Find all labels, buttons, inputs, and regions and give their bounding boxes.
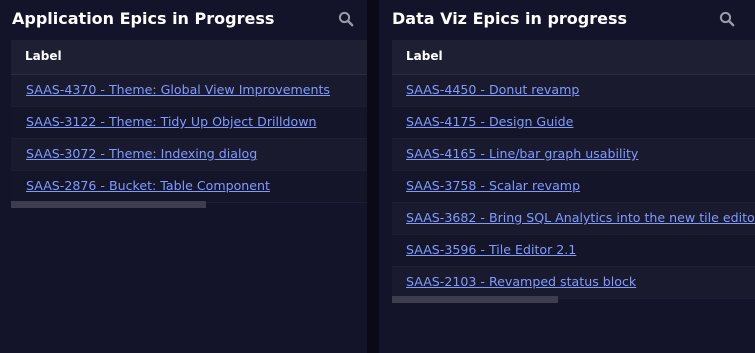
data-viz-epics-panel: Data Viz Epics in progress Label SAAS-44… — [379, 0, 755, 353]
epic-link[interactable]: SAAS-3758 - Scalar revamp — [406, 178, 580, 193]
table-row: SAAS-3596 - Tile Editor 2.1 — [392, 235, 755, 267]
epic-link[interactable]: SAAS-3596 - Tile Editor 2.1 — [406, 242, 576, 257]
epic-link[interactable]: SAAS-3122 - Theme: Tidy Up Object Drilld… — [26, 114, 316, 129]
epic-link[interactable]: SAAS-4450 - Donut revamp — [406, 82, 579, 97]
epic-link[interactable]: SAAS-4370 - Theme: Global View Improveme… — [26, 82, 330, 97]
epic-link[interactable]: SAAS-4165 - Line/bar graph usability — [406, 146, 638, 161]
panel-title: Application Epics in Progress — [12, 9, 275, 28]
table-row: SAAS-4450 - Donut revamp — [392, 75, 755, 107]
search-button[interactable] — [338, 11, 354, 27]
table-row: SAAS-2103 - Revamped status block — [392, 267, 755, 299]
table-header: Label — [11, 40, 367, 75]
epic-link[interactable]: SAAS-3682 - Bring SQL Analytics into the… — [406, 210, 755, 225]
epic-link[interactable]: SAAS-4175 - Design Guide — [406, 114, 573, 129]
epics-table: Label SAAS-4450 - Donut revamp SAAS-4175… — [392, 40, 755, 299]
panel-gutter — [367, 0, 379, 353]
epics-table: Label SAAS-4370 - Theme: Global View Imp… — [11, 40, 367, 203]
column-header-label[interactable]: Label — [406, 49, 443, 63]
epic-link[interactable]: SAAS-2103 - Revamped status block — [406, 274, 636, 289]
search-button[interactable] — [719, 11, 735, 27]
table-row: SAAS-4165 - Line/bar graph usability — [392, 139, 755, 171]
epic-link[interactable]: SAAS-3072 - Theme: Indexing dialog — [26, 146, 257, 161]
horizontal-scrollbar[interactable] — [11, 201, 206, 208]
table-row: SAAS-3122 - Theme: Tidy Up Object Drilld… — [11, 107, 367, 139]
application-epics-panel: Application Epics in Progress Label SAAS… — [0, 0, 367, 353]
epic-link[interactable]: SAAS-2876 - Bucket: Table Component — [26, 178, 270, 193]
search-icon — [719, 11, 735, 27]
column-header-label[interactable]: Label — [25, 49, 62, 63]
horizontal-scrollbar[interactable] — [392, 296, 558, 303]
table-row: SAAS-4370 - Theme: Global View Improveme… — [11, 75, 367, 107]
table-row: SAAS-4175 - Design Guide — [392, 107, 755, 139]
table-row: SAAS-3758 - Scalar revamp — [392, 171, 755, 203]
table-row: SAAS-2876 - Bucket: Table Component — [11, 171, 367, 203]
table-row: SAAS-3072 - Theme: Indexing dialog — [11, 139, 367, 171]
table-row: SAAS-3682 - Bring SQL Analytics into the… — [392, 203, 755, 235]
table-header: Label — [392, 40, 755, 75]
search-icon — [338, 11, 354, 27]
panel-title: Data Viz Epics in progress — [392, 9, 628, 28]
